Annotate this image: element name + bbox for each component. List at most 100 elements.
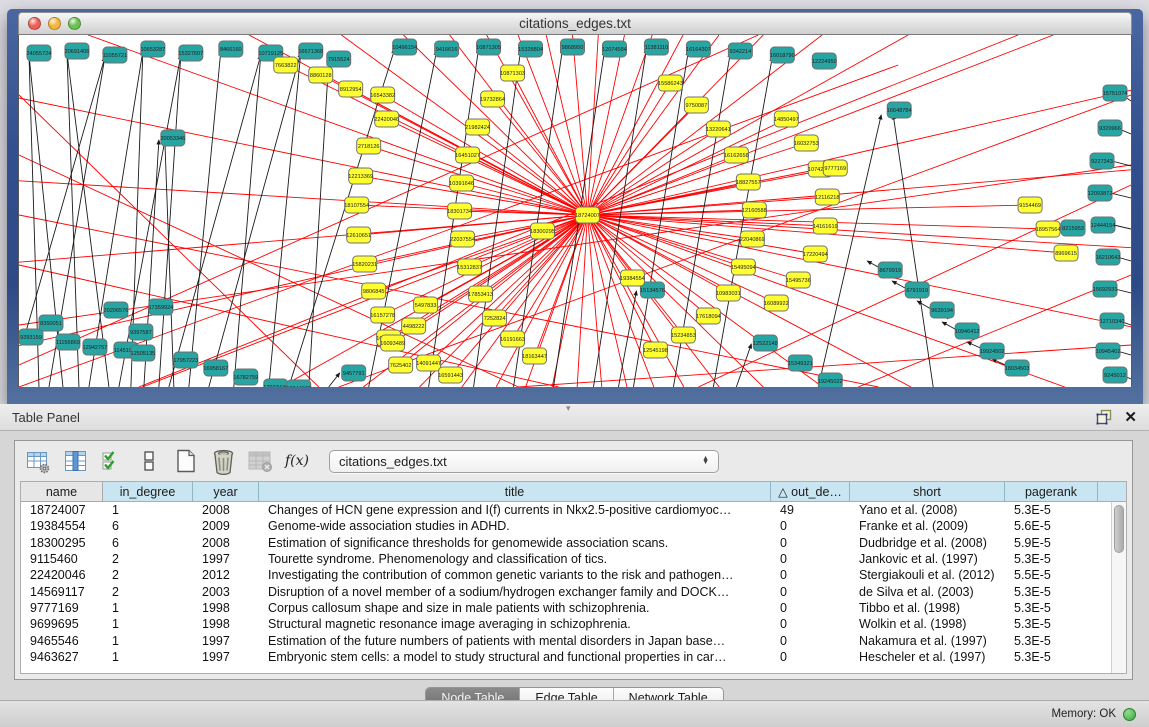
column-header-title[interactable]: title xyxy=(259,482,771,502)
column-header-name[interactable]: name xyxy=(21,482,103,502)
citation-edge-black xyxy=(209,53,301,387)
cell: 1 xyxy=(103,617,193,631)
cell: Structural magnetic resonance image aver… xyxy=(259,617,771,631)
graph-node-label: 17957223 xyxy=(173,358,198,364)
close-panel-button[interactable]: ✕ xyxy=(1124,410,1137,425)
select-rows-button[interactable] xyxy=(99,448,125,474)
cell: 2008 xyxy=(193,503,259,517)
status-bar: Memory: OK xyxy=(0,700,1149,727)
table-delete-icon xyxy=(247,449,273,473)
cell: 9463627 xyxy=(21,650,103,664)
table-row[interactable]: 1938455462009Genome-wide association stu… xyxy=(21,518,1126,534)
graph-node-label: 8912954 xyxy=(340,87,362,93)
citation-edge-red xyxy=(587,35,718,215)
graph-node-label: 16018790 xyxy=(770,53,795,59)
window-titlebar[interactable]: citations_edges.txt xyxy=(18,12,1132,35)
float-panel-button[interactable] xyxy=(1095,409,1112,426)
graph-node-label: 19924502 xyxy=(980,349,1005,355)
graph-node-label: 2718126 xyxy=(358,144,380,150)
cell: 0 xyxy=(771,568,850,582)
graph-node-label: 8215953 xyxy=(1062,226,1084,232)
column-header-out_de[interactable]: △ out_de… xyxy=(771,482,850,502)
cell: Investigating the contribution of common… xyxy=(259,568,771,582)
table-row[interactable]: 2242004622012Investigating the contribut… xyxy=(21,567,1126,583)
graph-node-label: 24055724 xyxy=(27,51,52,57)
graph-node-label: 16782759 xyxy=(233,375,258,381)
graph-node-label: 12116218 xyxy=(815,195,839,201)
table-settings-button[interactable] xyxy=(25,448,51,474)
cell: 18724007 xyxy=(21,503,103,517)
graph-node-label: 9393159 xyxy=(20,335,42,341)
column-header-pagerank[interactable]: pagerank xyxy=(1005,482,1098,502)
trash-icon xyxy=(211,448,236,475)
function-builder-button[interactable]: f(x) xyxy=(284,448,310,474)
column-header-short[interactable]: short xyxy=(850,482,1005,502)
graph-node-label: 18827557 xyxy=(736,180,761,186)
cell: Nakamura et al. (1997) xyxy=(850,634,1005,648)
graph-node-label: 8350051 xyxy=(40,321,62,327)
cell: 22420046 xyxy=(21,568,103,582)
graph-node-label: 12505135 xyxy=(130,351,155,357)
graph-node-label: 20206576 xyxy=(104,308,129,314)
close-button[interactable] xyxy=(28,17,41,30)
graph-node-label: 9397587 xyxy=(130,330,152,336)
cell: Dudbridge et al. (2008) xyxy=(850,536,1005,550)
graph-node-label: 12522148 xyxy=(753,341,778,347)
rows-icon xyxy=(140,449,158,473)
cell: 1 xyxy=(103,650,193,664)
table-row[interactable]: 969969511998Structural magnetic resonanc… xyxy=(21,616,1126,632)
cell: Embryonic stem cells: a model to study s… xyxy=(259,650,771,664)
cell: 2 xyxy=(103,552,193,566)
panel-divider-handle[interactable]: ▾ xyxy=(566,403,571,414)
graph-node-label: 9416616 xyxy=(436,47,458,53)
graph-node-label: 17359924 xyxy=(148,305,173,311)
graph-node-label: 9227343 xyxy=(1091,159,1113,165)
cell: 5.3E-5 xyxy=(1005,650,1098,664)
graph-node-label: 8860128 xyxy=(310,73,332,79)
vertical-scrollbar[interactable] xyxy=(1111,502,1126,673)
table-row[interactable]: 977716911998Corpus callosum shape and si… xyxy=(21,600,1126,616)
citation-edge-red xyxy=(478,127,588,215)
graph-node-label: 12610651 xyxy=(346,233,371,239)
cell: 5.3E-5 xyxy=(1005,634,1098,648)
graph-node-label: 19245022 xyxy=(818,379,843,385)
table-row[interactable]: 946554611997Estimation of the future num… xyxy=(21,632,1126,648)
graph-node-label: 20053346 xyxy=(160,136,185,142)
table-row[interactable]: 946362711997Embryonic stem cells: a mode… xyxy=(21,649,1126,665)
citation-edge-red xyxy=(587,215,601,387)
graph-node-label: 9457791 xyxy=(343,371,365,377)
table-panel-title: Table Panel xyxy=(12,410,80,425)
table-row[interactable]: 911546021997Tourette syndrome. Phenomeno… xyxy=(21,551,1126,567)
table-source-select[interactable]: citations_edges.txt ▲▼ xyxy=(329,450,719,473)
column-header-year[interactable]: year xyxy=(193,482,259,502)
graph-node-label: 13220641 xyxy=(706,127,731,133)
delete-button[interactable] xyxy=(210,448,236,474)
graph-node-label: 18163447 xyxy=(522,354,547,360)
graph-node-label: 11156869 xyxy=(56,340,80,346)
table-panel-body: f(x) citations_edges.txt ▲▼ namein_degre… xyxy=(14,440,1133,680)
table-row[interactable]: 1872400712008Changes of HCN gene express… xyxy=(21,502,1126,518)
show-columns-button[interactable] xyxy=(62,448,88,474)
cell: 2 xyxy=(103,568,193,582)
table-row[interactable]: 1456911722003Disruption of a novel membe… xyxy=(21,583,1126,599)
graph-node-label: 10983031 xyxy=(716,291,741,297)
graph-node-label: 15495094 xyxy=(731,265,756,271)
column-header-in_degree[interactable]: in_degree xyxy=(103,482,193,502)
graph-node-label: 16164307 xyxy=(686,47,711,53)
citation-edge-red xyxy=(573,35,588,215)
table-row[interactable]: 1830029562008Estimation of significance … xyxy=(21,535,1126,551)
graph-node-label: 16191663 xyxy=(500,337,525,343)
cell: 1997 xyxy=(193,552,259,566)
graph-node-label: 10244502 xyxy=(286,386,311,387)
citation-network-graph[interactable]: 2405572420691406110557211065328715327607… xyxy=(19,35,1131,387)
row-height-button[interactable] xyxy=(136,448,162,474)
zoom-button[interactable] xyxy=(68,17,81,30)
cell: 2 xyxy=(103,585,193,599)
graph-node-label: 10653287 xyxy=(140,47,165,53)
new-table-button[interactable] xyxy=(173,448,199,474)
cell: Franke et al. (2009) xyxy=(850,519,1005,533)
memory-status-indicator[interactable] xyxy=(1123,708,1136,721)
network-canvas[interactable]: 2405572420691406110557211065328715327607… xyxy=(18,35,1132,387)
minimize-button[interactable] xyxy=(48,17,61,30)
scrollbar-thumb[interactable] xyxy=(1114,505,1124,553)
